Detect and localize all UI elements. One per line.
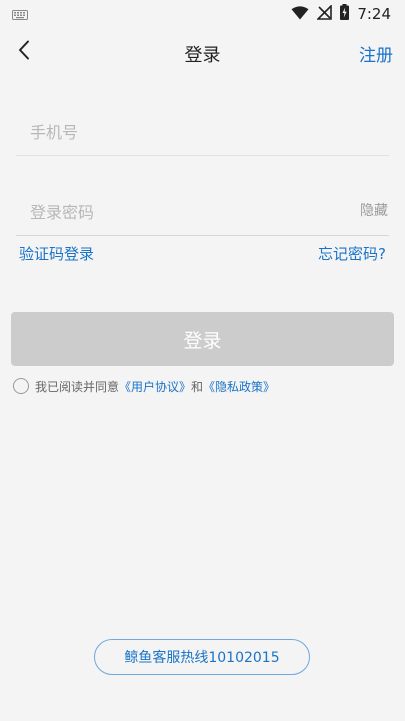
status-time: 7:24 (357, 5, 391, 23)
login-button[interactable]: 登录 (11, 312, 394, 366)
user-agreement-link[interactable]: 《用户协议》 (119, 378, 191, 395)
agreement-row: 我已阅读并同意 《用户协议》 和 《隐私政策》 (13, 376, 275, 396)
nav-bar: 登录 注册 (0, 28, 405, 78)
status-right: 7:24 (291, 3, 391, 24)
keyboard-icon (12, 5, 28, 24)
wifi-icon (291, 5, 309, 24)
customer-service-hotline-button[interactable]: 鲸鱼客服热线10102015 (94, 639, 310, 675)
forgot-password-link[interactable]: 忘记密码? (318, 243, 386, 264)
phone-input[interactable] (28, 115, 332, 149)
chevron-left-icon (18, 40, 30, 64)
page-title: 登录 (184, 45, 221, 66)
privacy-policy-link[interactable]: 《隐私政策》 (203, 378, 275, 395)
phone-field-row (16, 107, 389, 156)
password-field-row: 隐藏 (16, 187, 389, 236)
back-button[interactable] (10, 38, 38, 66)
no-signal-icon (316, 3, 333, 24)
battery-charging-icon (340, 4, 350, 24)
register-link[interactable]: 注册 (359, 41, 393, 66)
password-visibility-toggle[interactable]: 隐藏 (360, 200, 388, 220)
agree-checkbox[interactable] (13, 378, 29, 394)
password-input[interactable] (28, 195, 332, 229)
agreement-prefix: 我已阅读并同意 (35, 379, 120, 394)
login-options-row: 验证码登录 忘记密码? (19, 242, 386, 264)
sms-login-link[interactable]: 验证码登录 (19, 243, 94, 264)
agreement-and: 和 (191, 379, 204, 394)
status-bar: 7:24 (0, 0, 405, 28)
status-left (12, 5, 28, 24)
